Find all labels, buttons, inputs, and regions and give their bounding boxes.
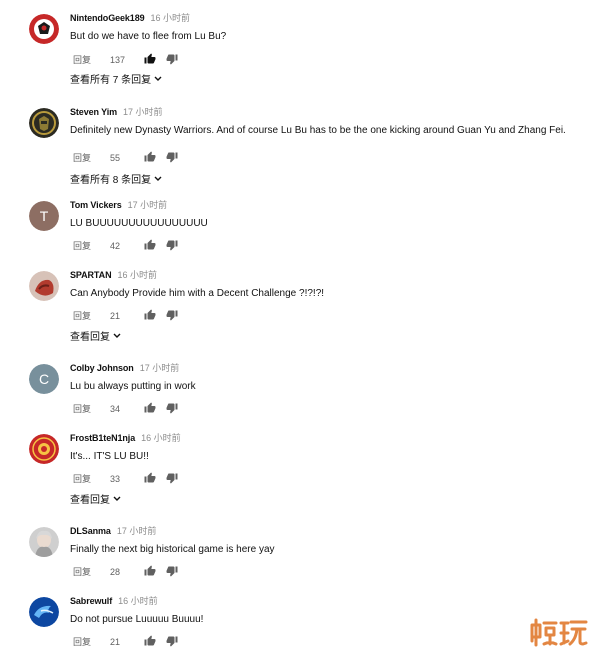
comment-time[interactable]: 16 小时前 [118,596,158,606]
comment-time[interactable]: 16 小时前 [117,270,157,280]
reply-button[interactable]: 回复 [73,473,91,485]
comment-time[interactable]: 16 小时前 [151,13,191,23]
thumbs-up-icon[interactable] [144,309,156,321]
thumbs-down-icon[interactable] [166,239,178,251]
avatar-letter: C [39,371,49,387]
like-count: 137 [110,55,126,65]
comment-time[interactable]: 17 小时前 [140,363,180,373]
thumbs-down-icon[interactable] [166,565,178,577]
chevron-down-icon [113,330,121,343]
view-replies-button[interactable]: 查看所有 7 条回复 [70,74,162,87]
thumbs-up-icon[interactable] [144,565,156,577]
view-replies-label: 查看所有 7 条回复 [70,75,152,86]
thumbs-up-icon[interactable] [144,239,156,251]
avatar[interactable]: C [29,364,59,394]
chevron-down-icon [154,173,162,186]
avatar[interactable]: T [29,201,59,231]
like-count: 33 [110,474,121,484]
thumbs-up-icon[interactable] [144,472,156,484]
view-replies-label: 查看回复 [70,332,110,343]
comment-text: Lu bu always putting in work [70,381,196,392]
comment-author[interactable]: DLSanma [70,526,111,536]
thumbs-down-icon[interactable] [166,402,178,414]
comment-text: But do we have to flee from Lu Bu? [70,31,227,42]
comment-text: It's... IT'S LU BU!! [70,451,149,462]
thumbs-down-icon[interactable] [166,635,178,647]
like-count: 28 [110,567,121,577]
reply-button[interactable]: 回复 [73,54,91,66]
avatar[interactable] [29,14,59,44]
comment-text: LU BUUUUUUUUUUUUUUUU [70,218,208,229]
thumbs-up-icon[interactable] [144,151,156,163]
avatar[interactable] [29,597,59,627]
thumbs-up-icon[interactable] [144,635,156,647]
thumbs-down-icon[interactable] [166,151,178,163]
thumbs-up-icon[interactable] [144,402,156,414]
comment-time[interactable]: 16 小时前 [141,433,181,443]
watermark-logo [528,617,590,647]
reply-button[interactable]: 回复 [73,566,91,578]
comment-author[interactable]: SPARTAN [70,270,112,280]
view-replies-button[interactable]: 查看回复 [70,331,121,344]
comment-author[interactable]: NintendoGeek189 [70,13,145,23]
chevron-down-icon [113,493,121,506]
avatar-letter: T [40,208,49,224]
view-replies-label: 查看所有 8 条回复 [70,175,152,186]
view-replies-button[interactable]: 查看所有 8 条回复 [70,174,162,187]
comment-text: Definitely new Dynasty Warriors. And of … [70,125,566,136]
view-replies-button[interactable]: 查看回复 [70,494,121,507]
comment-time[interactable]: 17 小时前 [123,107,163,117]
avatar[interactable] [29,271,59,301]
like-count: 34 [110,404,121,414]
thumbs-down-icon[interactable] [166,472,178,484]
thumbs-down-icon[interactable] [166,53,178,65]
like-count: 21 [110,311,121,321]
thumbs-down-icon[interactable] [166,309,178,321]
reply-button[interactable]: 回复 [73,310,91,322]
comment-text: Do not pursue Luuuuu Buuuu! [70,614,204,625]
comment-author[interactable]: Tom Vickers [70,200,122,210]
comment-time[interactable]: 17 小时前 [117,526,157,536]
reply-button[interactable]: 回复 [73,636,91,648]
comment-author[interactable]: FrostB1teN1nja [70,433,135,443]
comment-time[interactable]: 17 小时前 [128,200,168,210]
comment-text: Can Anybody Provide him with a Decent Ch… [70,288,325,299]
reply-button[interactable]: 回复 [73,403,91,415]
view-replies-label: 查看回复 [70,495,110,506]
reply-button[interactable]: 回复 [73,240,91,252]
chevron-down-icon [154,73,162,86]
thumbs-up-icon[interactable] [144,53,156,65]
reply-button[interactable]: 回复 [73,152,91,164]
comment-author[interactable]: Colby Johnson [70,363,134,373]
comment-author[interactable]: Steven Yim [70,107,117,117]
like-count: 21 [110,637,121,647]
like-count: 42 [110,241,121,251]
comment-author[interactable]: Sabrewulf [70,596,112,606]
avatar[interactable] [29,527,59,557]
avatar[interactable] [29,434,59,464]
like-count: 55 [110,153,121,163]
avatar[interactable] [29,108,59,138]
comment-text: Finally the next big historical game is … [70,544,275,555]
